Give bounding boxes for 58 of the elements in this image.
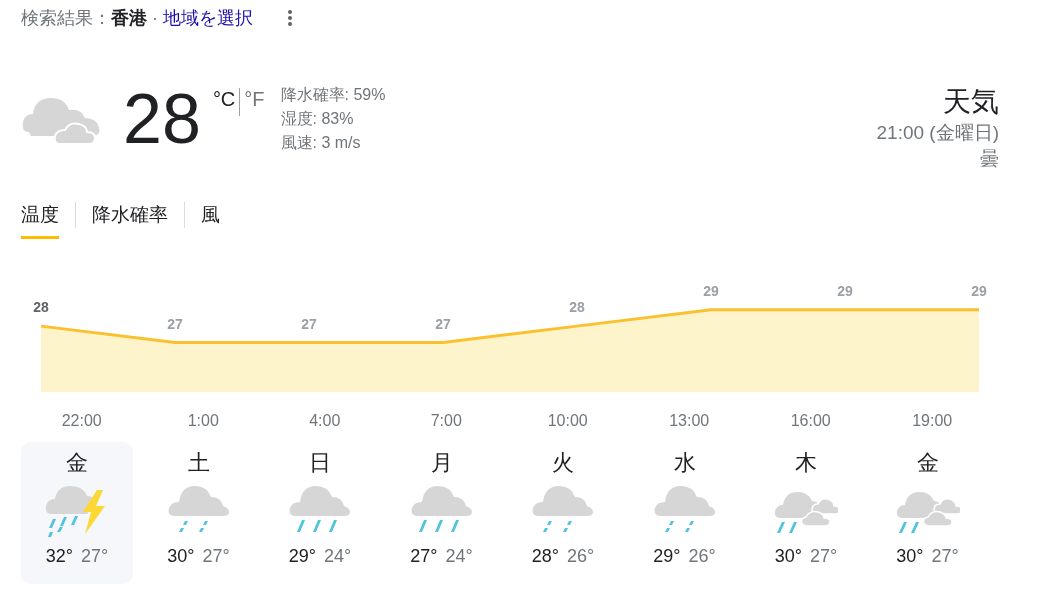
weekday: 日: [309, 450, 331, 476]
selected-day-card[interactable]: 金 32° 27°: [21, 442, 133, 584]
weekday: 月: [430, 450, 453, 476]
high-temperature: 29°: [653, 546, 681, 567]
data-label: 28: [33, 299, 49, 316]
unit-toggle[interactable]: °F: [240, 88, 269, 111]
weather-detail: 風速: 3 m/s: [280, 133, 362, 153]
high-temperature: 30°: [774, 546, 802, 567]
high-temperature: 30°: [896, 546, 924, 567]
high-temperature: 29°: [288, 546, 316, 567]
choose-region-link[interactable]: 地域を選択: [163, 6, 253, 30]
weather-title: 天気: [943, 85, 999, 119]
time-label: 4:00: [308, 412, 342, 430]
separator: ·: [152, 7, 158, 29]
time-label: 7:00: [429, 412, 463, 430]
low-temperature: 27°: [202, 546, 230, 567]
unit-toggle[interactable]: °C: [208, 88, 240, 111]
data-label: 27: [301, 315, 317, 332]
data-label: 29: [837, 282, 853, 299]
low-temperature: 26°: [688, 546, 716, 567]
weekday: 木: [795, 450, 817, 476]
temperature: 28: [123, 84, 201, 154]
high-temperature: 30°: [167, 546, 195, 567]
weekday: 火: [552, 450, 574, 476]
time-label: 16:00: [789, 412, 832, 430]
more-icon[interactable]: [287, 9, 293, 27]
high-temperature: 28°: [531, 546, 559, 567]
time-label: 1:00: [186, 412, 220, 430]
weekday: 水: [673, 450, 696, 476]
data-label: 27: [167, 315, 183, 332]
low-temperature: 27°: [81, 546, 109, 567]
data-label: 29: [971, 282, 987, 299]
tab[interactable]: 温度: [21, 201, 59, 239]
time-label: 22:00: [60, 412, 103, 430]
weather-condition: 曇: [980, 147, 999, 171]
search-label: 検索結果：: [21, 7, 111, 30]
current-time: 21:00 (金曜日): [876, 121, 999, 145]
data-label: 28: [569, 299, 585, 316]
time-label: 19:00: [911, 412, 954, 430]
low-temperature: 27°: [931, 546, 959, 567]
high-temperature: 32°: [45, 546, 73, 567]
low-temperature: 26°: [567, 546, 595, 567]
data-label: 29: [703, 282, 719, 299]
weekday: 土: [187, 450, 210, 476]
time-label: 10:00: [546, 412, 589, 430]
data-label: 27: [435, 315, 451, 332]
weather-detail: 湿度: 83%: [280, 109, 355, 129]
weather-detail: 降水確率: 59%: [280, 85, 386, 105]
time-label: 13:00: [668, 412, 711, 430]
place-name: 香港: [111, 7, 147, 30]
tab[interactable]: 風: [201, 201, 220, 239]
high-temperature: 27°: [410, 546, 438, 567]
tab[interactable]: 降水確率: [92, 201, 168, 239]
low-temperature: 24°: [324, 546, 352, 567]
low-temperature: 27°: [810, 546, 838, 567]
weekday: 金: [66, 450, 88, 476]
low-temperature: 24°: [445, 546, 473, 567]
weekday: 金: [916, 450, 939, 476]
